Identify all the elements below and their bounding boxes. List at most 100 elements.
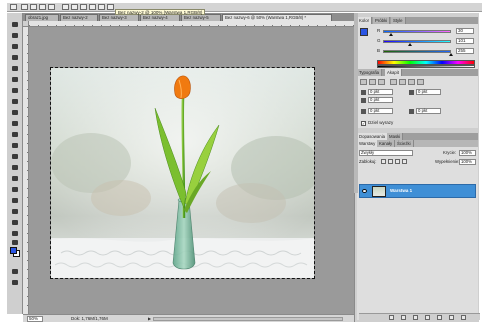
tab-dopasowania[interactable]: Dopasowania (357, 133, 389, 140)
tab-bez-nazwy-6[interactable]: Bez nazwy-6 @ 50% (Warstwa 1,RGB/8) * (222, 14, 332, 21)
move-tool-icon[interactable] (10, 21, 20, 29)
slider-knob[interactable] (408, 43, 413, 46)
tab-style[interactable]: Style (391, 17, 406, 24)
lock-all-icon[interactable] (402, 159, 407, 164)
tab-obraz1[interactable]: obraz1.jpg (25, 14, 59, 21)
blend-mode-select[interactable]: Zwykły (359, 150, 413, 156)
delete-layer-icon[interactable] (461, 315, 466, 320)
feather-icon[interactable] (62, 4, 69, 10)
shape-tool-icon[interactable] (10, 208, 20, 216)
tab-typografia[interactable]: Typografia (357, 69, 383, 76)
vertical-ruler[interactable] (23, 27, 29, 314)
slider-track[interactable] (383, 40, 451, 43)
align-left-button[interactable] (360, 79, 367, 85)
lock-transparency-icon[interactable] (381, 159, 386, 164)
slider-value[interactable]: 101 (456, 38, 474, 44)
tab-bez-nazwy-3[interactable]: Bez nazwy-3 (99, 14, 139, 21)
slider-value[interactable]: 255 (456, 48, 474, 54)
hyphenate-checkbox[interactable]: ✓ (361, 121, 366, 126)
tab-kanaly[interactable]: Kanały (377, 140, 396, 147)
marquee-tool-icon[interactable] (10, 4, 17, 10)
tab-bez-nazwy-5[interactable]: Bez nazwy-5 (181, 14, 221, 21)
tab-sciezki[interactable]: Ścieżki (395, 140, 414, 147)
slider-knob[interactable] (449, 53, 453, 56)
eraser-tool-icon[interactable] (10, 131, 20, 139)
quick-mask-icon[interactable] (10, 268, 20, 276)
zoom-level-field[interactable]: 50% (27, 316, 43, 322)
quick-selection-tool-icon[interactable] (10, 54, 20, 62)
justify-all-button[interactable] (417, 79, 424, 85)
type-tool-icon[interactable] (10, 186, 20, 194)
height-icon[interactable] (98, 4, 105, 10)
slider-track[interactable] (383, 50, 451, 53)
new-layer-icon[interactable] (449, 315, 454, 320)
grayscale-bar[interactable] (377, 65, 475, 68)
foreground-color-swatch[interactable] (10, 247, 17, 254)
tab-probki[interactable]: Próbki (373, 17, 391, 24)
new-selection-icon[interactable] (21, 4, 28, 10)
horizontal-scrollbar[interactable] (153, 317, 343, 321)
opacity-field[interactable]: 100% (459, 150, 476, 156)
slider-track[interactable] (383, 30, 451, 33)
subtract-selection-icon[interactable] (39, 4, 46, 10)
align-center-button[interactable] (369, 79, 376, 85)
zoom-tool-icon[interactable] (10, 239, 20, 247)
blur-tool-icon[interactable] (10, 153, 20, 161)
indent-first-line-field[interactable]: 0 pkt (368, 97, 393, 103)
add-mask-icon[interactable] (413, 315, 418, 320)
history-brush-tool-icon[interactable] (10, 120, 20, 128)
layer-row-warstwa-1[interactable]: Warstwa 1 (359, 184, 476, 198)
add-selection-icon[interactable] (30, 4, 37, 10)
link-layers-icon[interactable] (389, 315, 394, 320)
marquee-tool-icon[interactable] (10, 32, 20, 40)
style-icon[interactable] (80, 4, 87, 10)
width-icon[interactable] (89, 4, 96, 10)
indent-left-field[interactable]: 0 pkt (368, 89, 393, 95)
justify-left-button[interactable] (390, 79, 397, 85)
brush-tool-icon[interactable] (10, 98, 20, 106)
lasso-tool-icon[interactable] (10, 43, 20, 51)
tab-warstwy[interactable]: Warstwy (357, 140, 379, 147)
tab-akapit[interactable]: Akapit (385, 69, 402, 76)
foreground-swatch[interactable] (360, 28, 368, 36)
refine-edge-icon[interactable] (107, 4, 114, 10)
slider-value[interactable]: 30 (456, 28, 474, 34)
clone-stamp-tool-icon[interactable] (10, 109, 20, 117)
pen-tool-icon[interactable] (10, 175, 20, 183)
indent-right-field[interactable]: 0 pkt (416, 89, 441, 95)
adjustment-layer-icon[interactable] (425, 315, 430, 320)
visibility-eye-icon[interactable] (362, 189, 367, 193)
status-arrow-icon[interactable]: ▶ (147, 316, 152, 321)
document-image[interactable] (50, 67, 315, 279)
align-right-button[interactable] (378, 79, 385, 85)
horizontal-ruler[interactable] (29, 21, 354, 27)
tab-kolor[interactable]: Kolor (357, 17, 373, 24)
slider-knob[interactable] (389, 33, 394, 36)
layer-style-icon[interactable] (401, 315, 406, 320)
layer-name[interactable]: Warstwa 1 (390, 188, 412, 193)
tab-bez-nazwy-2[interactable]: Bez nazwy-2 (60, 14, 98, 21)
dodge-tool-icon[interactable] (10, 164, 20, 172)
new-group-icon[interactable] (437, 315, 442, 320)
intersect-selection-icon[interactable] (48, 4, 55, 10)
eyedropper-tool-icon[interactable] (10, 76, 20, 84)
slider-blue[interactable]: B 255 (377, 48, 476, 56)
slider-red[interactable]: R 30 (377, 28, 476, 36)
space-before-field[interactable]: 0 pkt (368, 108, 393, 114)
gradient-tool-icon[interactable] (10, 142, 20, 150)
slider-green[interactable]: G 101 (377, 38, 476, 46)
antialias-icon[interactable] (71, 4, 78, 10)
space-after-field[interactable]: 0 pkt (416, 108, 441, 114)
hand-tool-icon[interactable] (10, 230, 20, 238)
3d-rotate-tool-icon[interactable] (10, 219, 20, 227)
tab-bez-nazwy-4[interactable]: Bez nazwy-4 (140, 14, 180, 21)
tab-maski[interactable]: Maski (387, 133, 404, 140)
path-selection-tool-icon[interactable] (10, 197, 20, 205)
lock-position-icon[interactable] (395, 159, 400, 164)
screen-mode-icon[interactable] (10, 279, 20, 287)
justify-right-button[interactable] (408, 79, 415, 85)
crop-tool-icon[interactable] (10, 65, 20, 73)
lock-pixels-icon[interactable] (388, 159, 393, 164)
fill-field[interactable]: 100% (459, 159, 476, 165)
healing-brush-tool-icon[interactable] (10, 87, 20, 95)
